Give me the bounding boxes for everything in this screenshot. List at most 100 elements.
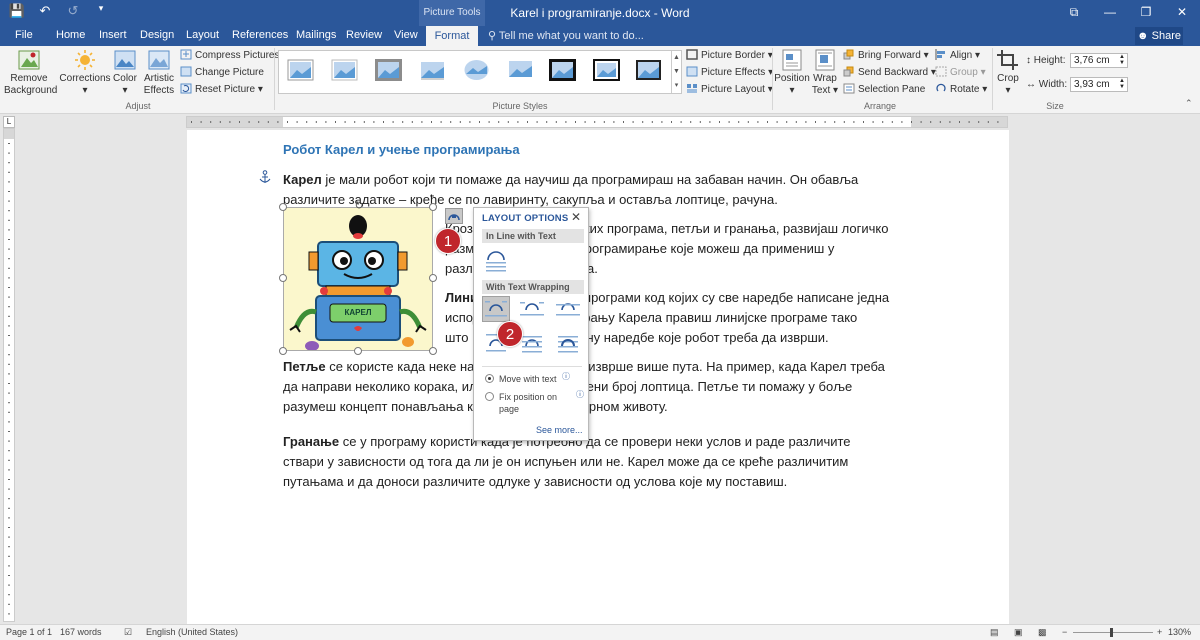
anchor-icon[interactable] xyxy=(259,170,271,184)
corrections-button[interactable]: Corrections ▾ xyxy=(58,49,112,97)
resize-handle[interactable] xyxy=(354,347,362,355)
resize-handle[interactable] xyxy=(429,203,437,211)
send-backward-button[interactable]: Send Backward ▾ xyxy=(843,66,936,79)
square-wrap-icon xyxy=(485,301,507,317)
wrap-tight-option[interactable] xyxy=(518,296,546,322)
layout-options-button[interactable] xyxy=(445,208,463,224)
paragraph-line[interactable]: Карел је мали робот који ти помаже да на… xyxy=(283,170,858,190)
compress-pictures-button[interactable]: Compress Pictures xyxy=(180,49,279,62)
gallery-scroll-controls[interactable]: ▲ ▼ ▾ xyxy=(671,51,681,93)
minimize-icon[interactable]: — xyxy=(1092,0,1128,26)
zoom-out-icon[interactable]: − xyxy=(1062,627,1067,637)
align-button[interactable]: Align ▾ xyxy=(935,49,980,62)
fix-position-radio[interactable] xyxy=(485,392,494,401)
close-icon[interactable]: ✕ xyxy=(1164,0,1200,26)
wrap-through-option[interactable] xyxy=(554,296,582,322)
zoom-slider[interactable] xyxy=(1073,632,1153,633)
customize-qat-icon[interactable]: ▾ xyxy=(92,3,110,19)
document-heading[interactable]: Робот Карел и учење програмирања xyxy=(283,142,520,157)
vertical-scrollbar[interactable] xyxy=(1188,128,1198,622)
tab-insert[interactable]: Insert xyxy=(99,28,127,42)
resize-handle[interactable] xyxy=(279,203,287,211)
artistic-effects-button[interactable]: Artistic Effects xyxy=(142,49,176,97)
height-field[interactable]: 3,76 cm ▲ ▼ xyxy=(1070,53,1128,68)
spin-arrows-icon[interactable]: ▲ ▼ xyxy=(1119,78,1125,90)
picture-style-thumbnail[interactable] xyxy=(549,59,576,81)
color-button[interactable]: Color ▾ xyxy=(110,49,140,97)
language-indicator[interactable]: English (United States) xyxy=(146,627,238,637)
picture-style-thumbnail[interactable] xyxy=(375,59,402,81)
rotate-button[interactable]: Rotate ▾ xyxy=(935,83,987,96)
read-mode-icon[interactable]: ▤ xyxy=(990,627,999,638)
wrap-text-button[interactable]: Wrap Text ▾ xyxy=(810,49,840,97)
web-layout-icon[interactable]: ▩ xyxy=(1038,627,1047,638)
picture-border-button[interactable]: Picture Border ▾ xyxy=(686,49,773,62)
rotate-handle-icon[interactable]: ↻ xyxy=(353,200,365,212)
group-button[interactable]: Group ▾ xyxy=(935,66,986,79)
picture-style-thumbnail[interactable] xyxy=(331,59,358,81)
tab-references[interactable]: References xyxy=(232,28,288,42)
wrap-in-front-option[interactable] xyxy=(554,330,582,356)
resize-handle[interactable] xyxy=(429,274,437,282)
zoom-level[interactable]: 130% xyxy=(1168,627,1191,637)
bring-forward-button[interactable]: Bring Forward ▾ xyxy=(843,49,929,62)
tell-me-search[interactable]: ⚲ Tell me what you want to do... xyxy=(488,29,644,42)
picture-style-thumbnail[interactable] xyxy=(287,59,314,81)
page-count[interactable]: Page 1 of 1 xyxy=(6,627,52,637)
tab-home[interactable]: Home xyxy=(56,28,85,42)
save-icon[interactable]: 💾 xyxy=(8,3,26,19)
zoom-in-icon[interactable]: + xyxy=(1157,627,1162,637)
picture-style-thumbnail[interactable] xyxy=(419,59,446,81)
share-button[interactable]: ☻ Share xyxy=(1135,27,1183,45)
restore-icon[interactable]: ❐ xyxy=(1128,0,1164,26)
wrap-square-option[interactable] xyxy=(482,296,510,322)
tab-layout[interactable]: Layout xyxy=(186,28,219,42)
info-icon[interactable]: ⓘ xyxy=(562,371,570,382)
picture-style-thumbnail[interactable] xyxy=(635,59,662,81)
spin-arrows-icon[interactable]: ▲ ▼ xyxy=(1119,54,1125,66)
remove-background-button[interactable]: Remove Background xyxy=(4,49,57,97)
reset-picture-button[interactable]: Reset Picture ▾ xyxy=(180,83,263,96)
tab-design[interactable]: Design xyxy=(140,28,174,42)
info-icon[interactable]: ⓘ xyxy=(576,389,584,400)
crop-button[interactable]: Crop ▾ xyxy=(994,49,1022,97)
vertical-ruler[interactable] xyxy=(3,128,15,622)
selected-picture-karel-robot[interactable]: КАРЕЛ xyxy=(283,207,433,351)
tab-mailings[interactable]: Mailings xyxy=(296,28,336,42)
resize-handle[interactable] xyxy=(429,347,437,355)
tab-file[interactable]: File xyxy=(15,28,33,42)
resize-handle[interactable] xyxy=(279,274,287,282)
see-more-link[interactable]: See more... xyxy=(536,425,583,435)
document-page[interactable]: Робот Карел и учење програмирања Карел ј… xyxy=(187,130,1009,626)
paragraph-line[interactable]: путањама и да доноси различите одлуке у … xyxy=(283,472,787,492)
print-layout-icon[interactable]: ▣ xyxy=(1014,627,1023,638)
picture-layout-button[interactable]: Picture Layout ▾ xyxy=(686,83,773,96)
tab-review[interactable]: Review xyxy=(346,28,382,42)
redo-icon[interactable]: ↺ xyxy=(64,3,82,19)
collapse-ribbon-icon[interactable]: ⌃ xyxy=(1185,98,1193,109)
paragraph-line[interactable]: ствари у зависности од тога да ли је он … xyxy=(283,452,848,472)
wrap-inline-option[interactable] xyxy=(482,248,510,274)
change-picture-button[interactable]: Change Picture xyxy=(180,66,264,79)
tab-format[interactable]: Format xyxy=(426,26,478,46)
horizontal-ruler[interactable] xyxy=(186,116,1008,128)
picture-style-thumbnail[interactable] xyxy=(463,59,490,81)
group-divider xyxy=(274,48,275,110)
undo-icon[interactable]: ↶ xyxy=(36,3,54,19)
close-icon[interactable]: ✕ xyxy=(571,210,581,224)
zoom-slider-thumb[interactable] xyxy=(1110,628,1113,637)
picture-style-thumbnail[interactable] xyxy=(507,59,534,81)
ribbon-display-options-icon[interactable]: ⧉ xyxy=(1056,0,1092,26)
resize-handle[interactable] xyxy=(279,347,287,355)
tab-view[interactable]: View xyxy=(394,28,418,42)
picture-style-thumbnail[interactable] xyxy=(593,59,620,81)
quick-access-toolbar: 💾 ↶ ↺ ▾ xyxy=(8,3,110,19)
proofing-icon[interactable]: ☑ xyxy=(124,627,132,638)
tab-selector[interactable]: L xyxy=(3,116,15,128)
move-with-text-radio[interactable] xyxy=(485,374,494,383)
width-field[interactable]: 3,93 cm ▲ ▼ xyxy=(1070,77,1128,92)
position-button[interactable]: Position ▾ xyxy=(774,49,810,97)
selection-pane-button[interactable]: Selection Pane xyxy=(843,83,925,96)
picture-effects-button[interactable]: Picture Effects ▾ xyxy=(686,66,773,79)
word-count[interactable]: 167 words xyxy=(60,627,102,637)
